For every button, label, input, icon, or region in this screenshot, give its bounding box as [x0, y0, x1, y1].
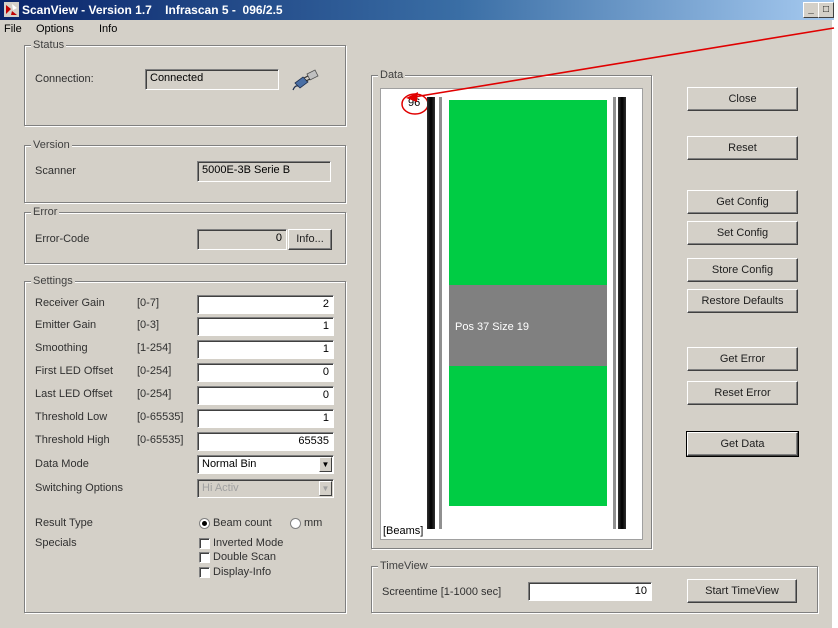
get-config-button[interactable]: Get Config: [687, 190, 798, 214]
close-button[interactable]: Close: [687, 87, 798, 111]
get-data-button[interactable]: Get Data: [686, 431, 799, 457]
screentime-label: Screentime [1-1000 sec]: [382, 586, 502, 598]
start-timeview-button[interactable]: Start TimeView: [687, 579, 797, 603]
store-config-button[interactable]: Store Config: [687, 258, 798, 282]
get-error-button[interactable]: Get Error: [687, 347, 798, 371]
restore-defaults-button[interactable]: Restore Defaults: [687, 289, 798, 313]
reset-error-button[interactable]: Reset Error: [687, 381, 798, 405]
timeview-group-label: TimeView: [378, 560, 430, 572]
screentime-input[interactable]: 10: [528, 582, 652, 601]
reset-button[interactable]: Reset: [687, 136, 798, 160]
timeview-group: TimeView Screentime [1-1000 sec] 10 Star…: [371, 560, 818, 613]
set-config-button[interactable]: Set Config: [687, 221, 798, 245]
